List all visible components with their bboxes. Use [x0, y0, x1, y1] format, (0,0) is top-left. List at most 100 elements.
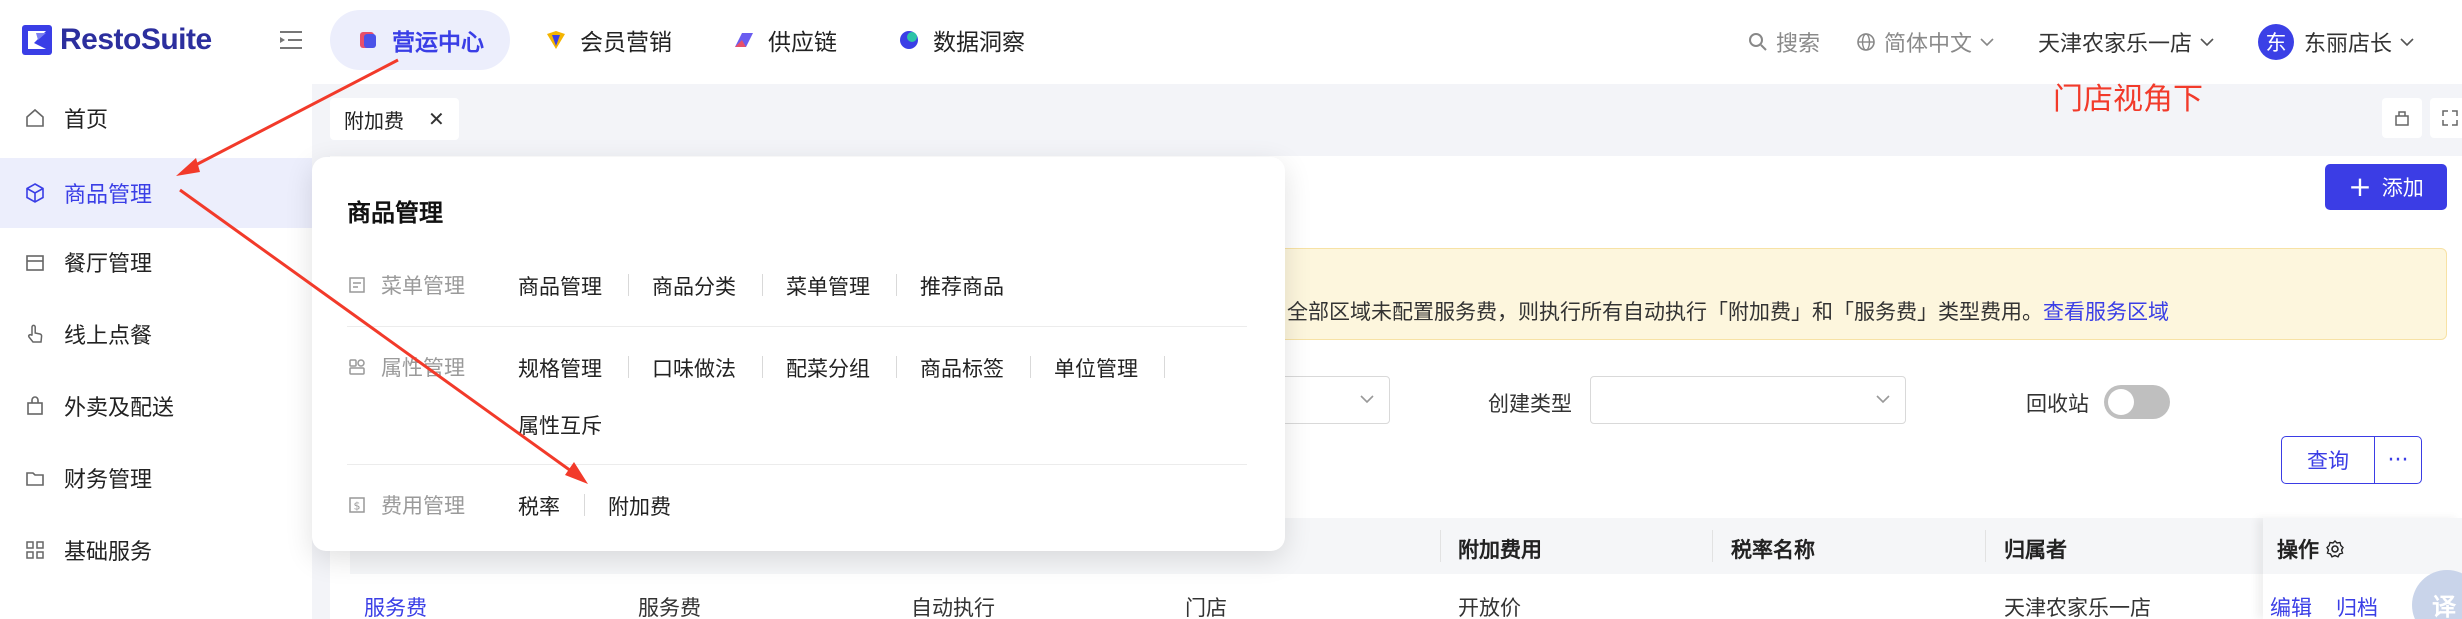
grid-icon [26, 541, 44, 559]
global-search[interactable]: 搜索 [1748, 26, 1820, 58]
column-divider [1985, 530, 1986, 562]
recycle-bin-label: 回收站 [2026, 392, 2089, 416]
menu-link-surcharge[interactable]: 附加费 [608, 491, 671, 521]
archive-link[interactable]: 归档 [2336, 592, 2378, 619]
chevron-down-icon [1876, 395, 1890, 404]
home-icon [26, 108, 44, 127]
chevron-down-icon [1360, 395, 1374, 404]
menu-group-attribute-management: 属性管理 [347, 352, 465, 382]
menu-link-tax-rate[interactable]: 税率 [518, 491, 560, 521]
menu-link-goods-management[interactable]: 商品管理 [518, 271, 602, 301]
group-divider [347, 464, 1247, 465]
translate-label: 译 [2432, 593, 2456, 619]
alert-text: 全部区域未配置服务费，则执行所有自动执行「附加费」和「服务费」类型费用。 [1287, 300, 2043, 324]
divider [628, 356, 629, 378]
sidebar-item-finance[interactable]: 财务管理 [0, 449, 312, 507]
top-bar: RestoSuite 营运中心 会员营销 供应链 数据洞察 搜索 简体中文 天津… [0, 0, 2462, 84]
menu-link-spec-management[interactable]: 规格管理 [518, 353, 602, 383]
search-icon [1748, 33, 1767, 51]
nav-member-marketing[interactable]: 会员营销 [518, 10, 698, 70]
nav-data-insight[interactable]: 数据洞察 [871, 10, 1051, 70]
member-marketing-icon [547, 31, 565, 49]
menu-link-goods-tag[interactable]: 商品标签 [920, 353, 1004, 383]
alert-message: 全部区域未配置服务费，则执行所有自动执行「附加费」和「服务费」类型费用。查看服务… [1287, 296, 2169, 326]
create-type-select[interactable] [1590, 376, 1906, 424]
row-owner: 天津农家乐一店 [2004, 596, 2151, 619]
recycle-bin-toggle[interactable] [2104, 385, 2170, 419]
row-name-link[interactable]: 服务费 [364, 592, 427, 619]
print-button[interactable] [2382, 98, 2422, 138]
row-scene: 自动执行 [911, 596, 995, 619]
divider [628, 274, 629, 296]
globe-icon [1857, 33, 1875, 51]
menu-group-label: 属性管理 [381, 356, 465, 380]
divider [896, 356, 897, 378]
user-menu[interactable]: 东 东丽店长 [2257, 24, 2422, 60]
row-type: 服务费 [638, 596, 701, 619]
column-header-actions: 操作 [2277, 534, 2345, 564]
add-button[interactable]: + 添加 [2325, 164, 2447, 210]
query-button[interactable]: 查询 [2281, 436, 2375, 484]
divider [1030, 356, 1031, 378]
menu-link-recommended-goods[interactable]: 推荐商品 [920, 271, 1004, 301]
edit-link[interactable]: 编辑 [2270, 592, 2312, 619]
nav-operations-center[interactable]: 营运中心 [330, 10, 510, 70]
tab-label: 附加费 [344, 108, 404, 133]
attribute-icon [349, 359, 365, 375]
hand-tap-icon [28, 324, 43, 343]
fullscreen-button[interactable] [2430, 98, 2462, 138]
sidebar-item-goods[interactable]: 商品管理 [0, 158, 312, 228]
supply-chain-icon [735, 33, 753, 47]
restosuite-logo-icon [22, 25, 52, 55]
sidebar-item-delivery[interactable]: 外卖及配送 [0, 377, 312, 435]
sidebar-item-restaurant[interactable]: 餐厅管理 [0, 233, 312, 291]
nav-label: 营运中心 [392, 30, 484, 56]
sidebar-item-online-order[interactable]: 线上点餐 [0, 305, 312, 363]
menu-link-menu-management[interactable]: 菜单管理 [786, 271, 870, 301]
nav-label: 数据洞察 [933, 30, 1025, 56]
menu-link-goods-category[interactable]: 商品分类 [652, 271, 736, 301]
tab-surcharge[interactable]: 附加费 ✕ [330, 98, 459, 140]
chevron-down-icon [2400, 38, 2414, 47]
goods-management-menu: 商品管理 菜单管理 商品管理 商品分类 菜单管理 推荐商品 属性管理 规格管理 … [312, 157, 1285, 551]
menu-link-side-dish-group[interactable]: 配菜分组 [786, 353, 870, 383]
view-service-area-link[interactable]: 查看服务区域 [2043, 300, 2169, 324]
close-icon[interactable]: ✕ [428, 107, 445, 131]
sidebar-item-home[interactable]: 首页 [0, 89, 312, 147]
fee-icon: $ [349, 497, 365, 513]
avatar: 东 [2257, 24, 2294, 60]
group-divider [347, 326, 1247, 327]
menu-link-flavor[interactable]: 口味做法 [652, 353, 736, 383]
menu-link-attribute-exclusion[interactable]: 属性互斥 [518, 410, 602, 440]
column-header-tax: 税率名称 [1731, 538, 1815, 562]
actions-header-label: 操作 [2277, 538, 2319, 562]
column-header-fee: 附加费用 [1458, 538, 1542, 562]
language-selector[interactable]: 简体中文 [1856, 26, 2002, 58]
operations-icon [360, 32, 376, 48]
divider [762, 274, 763, 296]
sidebar-item-basic-service[interactable]: 基础服务 [0, 521, 312, 579]
menu-link-unit-management[interactable]: 单位管理 [1054, 353, 1138, 383]
menu-title: 商品管理 [347, 199, 443, 227]
nav-label: 会员营销 [580, 30, 672, 56]
menu-group-label: 菜单管理 [381, 274, 465, 298]
gear-icon[interactable] [2325, 539, 2345, 559]
sidebar-item-label: 餐厅管理 [64, 252, 153, 277]
expand-icon [2442, 110, 2458, 126]
svg-text:$: $ [354, 500, 361, 513]
store-label: 天津农家乐一店 [2037, 32, 2192, 57]
brand-logo[interactable]: RestoSuite [20, 18, 212, 62]
menu-group-fee-management: $ 费用管理 [347, 490, 465, 520]
nav-supply-chain[interactable]: 供应链 [706, 10, 863, 70]
collapse-menu-icon[interactable] [278, 28, 304, 52]
language-label: 简体中文 [1883, 32, 1972, 57]
row-create-type: 门店 [1185, 596, 1227, 619]
more-button[interactable]: ··· [2374, 436, 2422, 484]
column-header-owner: 归属者 [2004, 538, 2067, 562]
plus-icon: + [2348, 170, 2372, 203]
brand-name: RestoSuite [60, 23, 212, 56]
chevron-down-icon [1980, 38, 1994, 47]
store-selector[interactable]: 天津农家乐一店 [2038, 26, 2222, 58]
chevron-down-icon [2200, 38, 2214, 47]
menu-group-menu-management: 菜单管理 [347, 270, 465, 300]
